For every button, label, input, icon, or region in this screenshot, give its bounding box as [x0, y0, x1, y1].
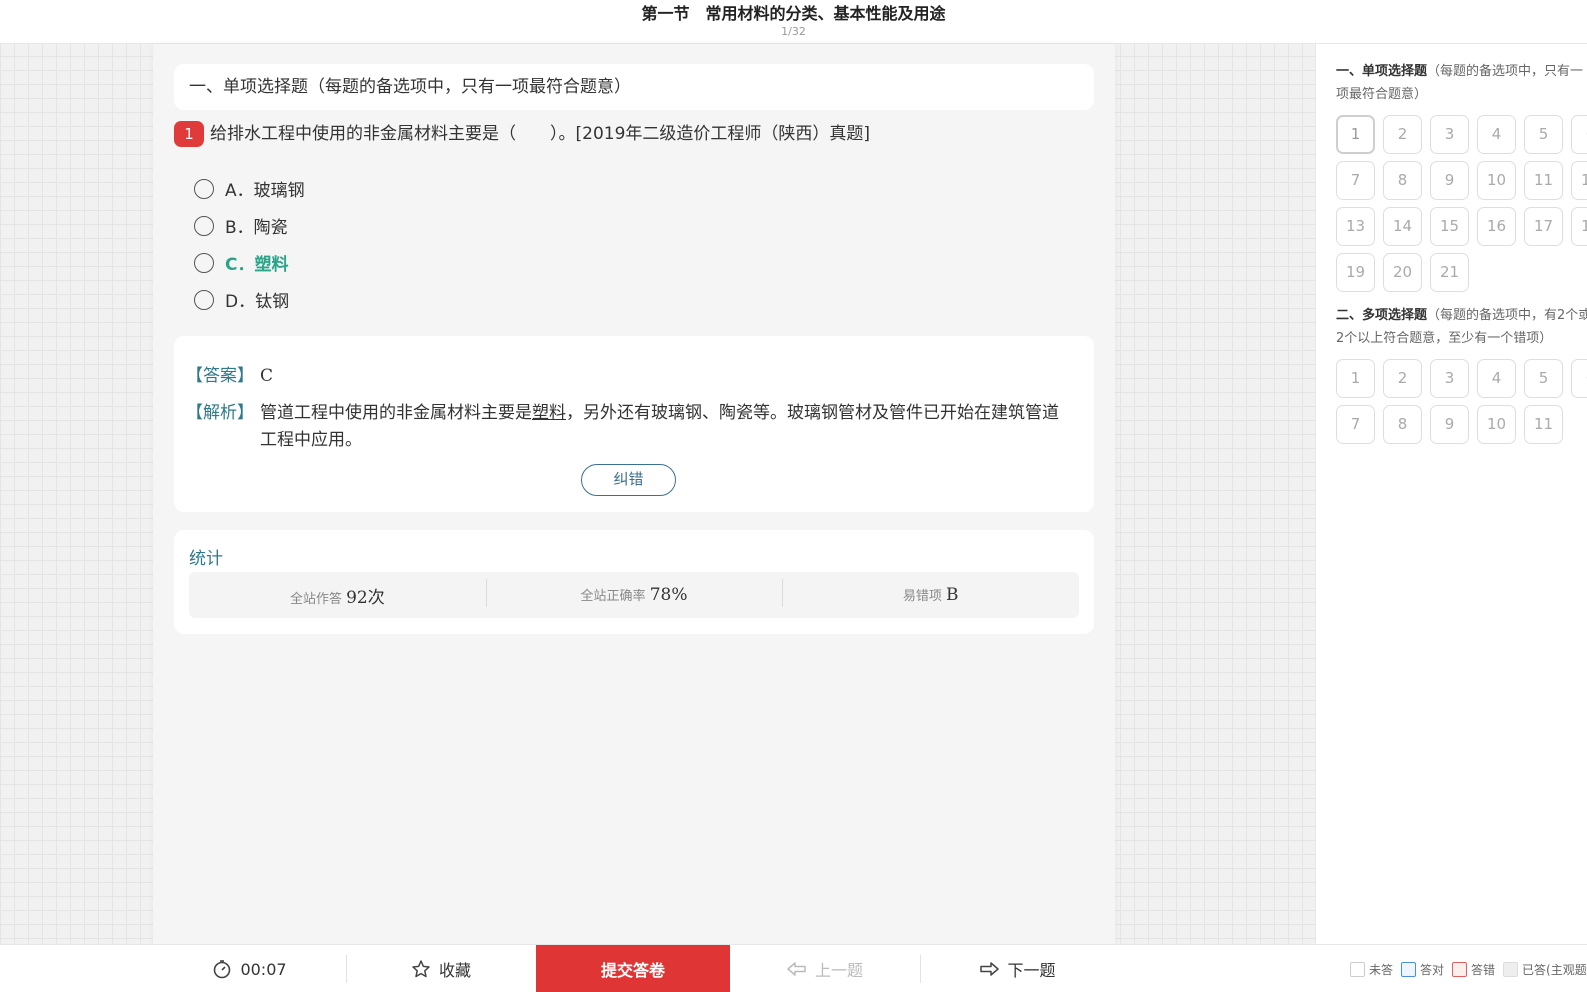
question-text: 给排水工程中使用的非金属材料主要是（ ）。[2019年二级造价工程师（陕西）真题…	[210, 124, 871, 144]
option-b[interactable]: B．陶瓷	[194, 207, 305, 244]
stopwatch-icon	[214, 960, 231, 979]
question-cell[interactable]: 9	[1430, 405, 1469, 444]
legend-unanswered: 未答	[1350, 961, 1393, 978]
arrow-right-icon	[980, 962, 1000, 976]
option-label: A．玻璃钢	[225, 181, 305, 201]
question-cell[interactable]: 14	[1383, 207, 1422, 246]
header: 第一节 常用材料的分类、基本性能及用途 1/32	[0, 0, 1587, 44]
question-cell[interactable]: 15	[1430, 207, 1469, 246]
group-title-single: 一、单项选择题（每题的备选项中，只有一项最符合题意）	[1336, 64, 1584, 102]
analysis-text: 管道工程中使用的非金属材料主要是塑料，另外还有玻璃钢、陶瓷等。玻璃钢管材及管件已…	[260, 403, 1059, 450]
question-cell[interactable]: 6	[1571, 359, 1587, 398]
question-cell[interactable]: 9	[1430, 161, 1469, 200]
question-cell[interactable]: 12	[1571, 161, 1587, 200]
question-cell[interactable]: 4	[1477, 115, 1516, 154]
question-cell[interactable]: 5	[1524, 359, 1563, 398]
question-cell[interactable]: 7	[1336, 161, 1375, 200]
analysis-tag: 【解析】	[186, 403, 254, 423]
analysis-keyword: 塑料	[532, 403, 566, 423]
answer-value: C	[260, 366, 274, 386]
bottom-toolbar: 00:07 收藏 提交答卷 上一题 下一题 未答 答对 答错 已答(主观题)	[0, 944, 1587, 992]
timer-value: 00:07	[240, 959, 287, 979]
option-label: B．陶瓷	[225, 218, 288, 238]
stat-attempts: 全站作答 92次	[289, 587, 385, 608]
question-cell[interactable]: 11	[1524, 405, 1563, 444]
question-cell[interactable]: 7	[1336, 405, 1375, 444]
option-label: D．钛钢	[225, 292, 290, 312]
question-cell[interactable]: 20	[1383, 253, 1422, 292]
question-cell[interactable]: 17	[1524, 207, 1563, 246]
question-cell[interactable]: 18	[1571, 207, 1587, 246]
stats-card: 统计 全站作答 92次 全站正确率 78% 易错项 B	[174, 530, 1094, 634]
question-cell[interactable]: 10	[1477, 161, 1516, 200]
question-cell[interactable]: 16	[1477, 207, 1516, 246]
stat-common-wrong: 易错项 B	[782, 579, 1079, 607]
question-cell[interactable]: 19	[1336, 253, 1375, 292]
question-cell[interactable]: 8	[1383, 161, 1422, 200]
option-d[interactable]: D．钛钢	[194, 281, 305, 318]
radio-icon[interactable]	[194, 215, 214, 236]
radio-icon[interactable]	[194, 289, 214, 310]
section-title: 一、单项选择题（每题的备选项中，只有一项最符合题意）	[174, 64, 1094, 110]
option-c[interactable]: C．塑料	[194, 244, 305, 281]
question-cell[interactable]: 6	[1571, 115, 1587, 154]
answer-sheet-sidebar: 一、单项选择题（每题的备选项中，只有一项最符合题意） 1234567891011…	[1315, 44, 1587, 944]
question-stem: 1 给排水工程中使用的非金属材料主要是（ ）。[2019年二级造价工程师（陕西）…	[174, 121, 1094, 147]
page-title: 第一节 常用材料的分类、基本性能及用途	[641, 4, 946, 23]
answer-card: 【答案】 C 【解析】 管道工程中使用的非金属材料主要是塑料，另外还有玻璃钢、陶…	[174, 336, 1094, 512]
main-panel: 一、单项选择题（每题的备选项中，只有一项最符合题意） 1 给排水工程中使用的非金…	[153, 44, 1115, 944]
answer-tag: 【答案】	[186, 366, 254, 386]
analysis-row: 【解析】 管道工程中使用的非金属材料主要是塑料，另外还有玻璃钢、陶瓷等。玻璃钢管…	[186, 400, 1070, 454]
question-cell[interactable]: 2	[1383, 359, 1422, 398]
legend-answered: 已答(主观题)	[1503, 961, 1587, 978]
question-cell[interactable]: 10	[1477, 405, 1516, 444]
next-label: 下一题	[1007, 961, 1056, 980]
favorite-button[interactable]: 收藏	[346, 945, 536, 992]
legend-correct: 答对	[1401, 961, 1444, 978]
submit-button[interactable]: 提交答卷	[536, 945, 730, 992]
correction-button[interactable]: 纠错	[581, 464, 676, 496]
stats-title: 统计	[189, 549, 223, 569]
question-cell[interactable]: 21	[1430, 253, 1469, 292]
question-cell[interactable]: 2	[1383, 115, 1422, 154]
question-cell[interactable]: 5	[1524, 115, 1563, 154]
question-cell[interactable]: 1	[1336, 115, 1375, 154]
question-progress: 1/32	[781, 25, 806, 38]
status-legend: 未答 答对 答错 已答(主观题)	[1350, 945, 1587, 992]
answer-row: 【答案】 C	[186, 363, 273, 390]
timer: 00:07	[153, 945, 346, 992]
radio-icon[interactable]	[194, 178, 214, 199]
legend-wrong: 答错	[1452, 961, 1495, 978]
radio-icon[interactable]	[194, 252, 214, 273]
question-cell[interactable]: 1	[1336, 359, 1375, 398]
group-title-multiple: 二、多项选择题（每题的备选项中，有2个或2个以上符合题意，至少有一个错项）	[1336, 308, 1587, 346]
question-cell[interactable]: 11	[1524, 161, 1563, 200]
next-question-button[interactable]: 下一题	[920, 945, 1115, 992]
question-cell[interactable]: 4	[1477, 359, 1516, 398]
option-a[interactable]: A．玻璃钢	[194, 170, 305, 207]
prev-label: 上一题	[814, 961, 863, 980]
option-label: C．塑料	[225, 255, 289, 275]
favorite-label: 收藏	[438, 961, 471, 980]
options-list: A．玻璃钢 B．陶瓷 C．塑料 D．钛钢	[194, 170, 305, 318]
star-icon	[412, 960, 430, 978]
prev-question-button[interactable]: 上一题	[730, 945, 920, 992]
stat-accuracy: 全站正确率 78%	[485, 579, 783, 607]
question-cell[interactable]: 13	[1336, 207, 1375, 246]
stats-row: 全站作答 92次 全站正确率 78% 易错项 B	[189, 572, 1079, 618]
question-cell[interactable]: 3	[1430, 359, 1469, 398]
question-cell[interactable]: 3	[1430, 115, 1469, 154]
question-cell[interactable]: 8	[1383, 405, 1422, 444]
arrow-left-icon	[787, 962, 806, 976]
question-number-badge: 1	[174, 121, 204, 147]
